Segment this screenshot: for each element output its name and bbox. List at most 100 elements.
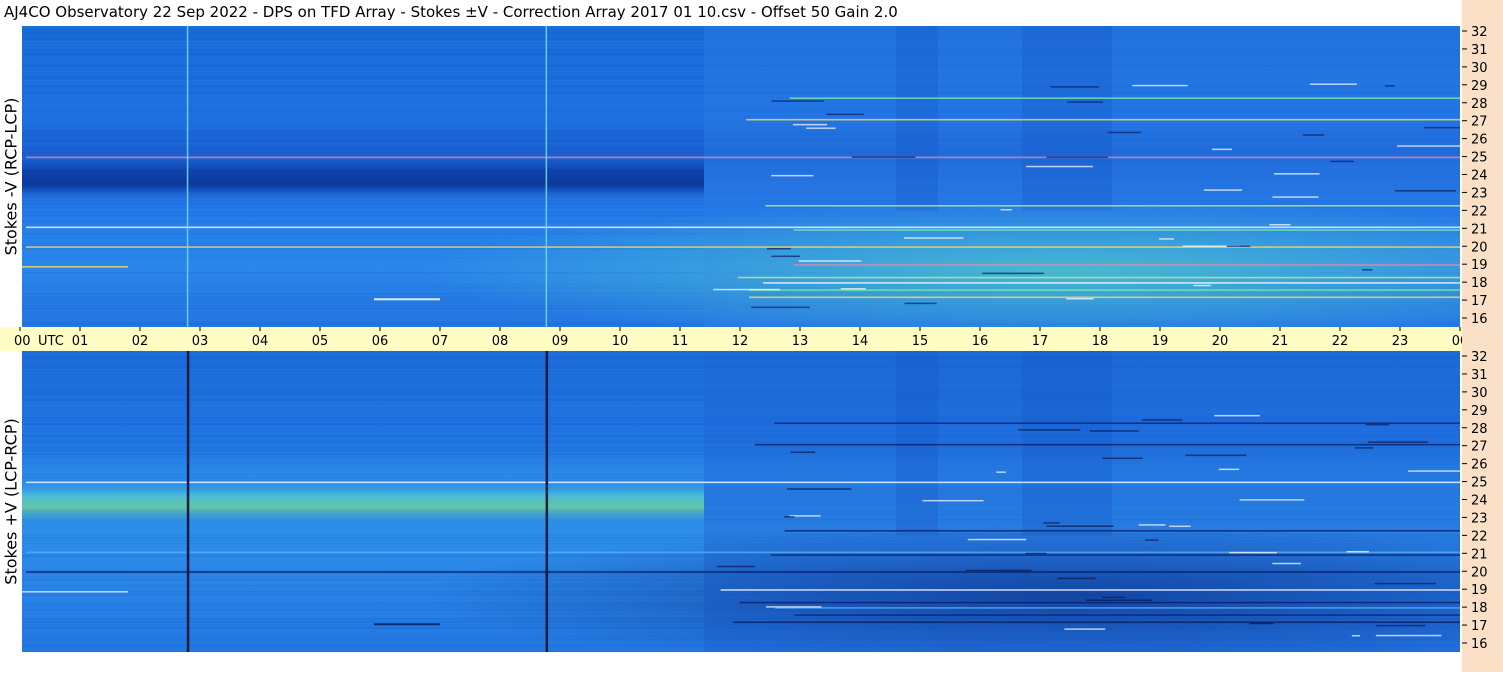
frequency-tick-label: 26: [1471, 133, 1488, 148]
bright-emission-band: [22, 478, 704, 527]
frequency-tick-label: 27: [1471, 115, 1488, 130]
rfi-segment: [1145, 539, 1159, 541]
rfi-segment: [22, 265, 128, 268]
rfi-segment: [1273, 173, 1320, 175]
rfi-line: [754, 443, 1460, 446]
time-tick-label: 19: [1152, 334, 1169, 349]
rfi-segment: [1272, 562, 1301, 565]
rfi-segment: [1367, 441, 1429, 443]
rfi-segment: [716, 565, 755, 568]
rfi-segment: [982, 272, 1045, 275]
time-tick-label: 14: [852, 334, 869, 349]
frequency-tick-label: 18: [1471, 601, 1488, 616]
rfi-segment: [1102, 457, 1143, 460]
rfi-segment: [374, 298, 440, 301]
rfi-segment: [826, 113, 864, 116]
upper-panel-ylabel: Stokes -V (RCP-LCP): [0, 26, 22, 327]
time-tick-label: 01: [72, 334, 89, 349]
rfi-segment: [798, 260, 862, 262]
time-tick-label: 15: [912, 334, 929, 349]
rfi-segment: [965, 569, 1032, 572]
frequency-tick-label: 29: [1471, 79, 1488, 94]
rfi-segment: [771, 174, 814, 177]
time-tick-label: 05: [312, 334, 329, 349]
frequency-tick-label: 23: [1471, 511, 1488, 526]
rfi-line: [789, 97, 1460, 99]
frequency-tick-label: 16: [1471, 312, 1488, 327]
lower-panel-ylabel: Stokes +V (LCP-RCP): [0, 351, 22, 652]
rfi-segment: [790, 451, 816, 454]
frequency-tick-label: 17: [1471, 294, 1488, 309]
rfi-segment: [374, 623, 440, 626]
time-tick-label: 08: [492, 334, 509, 349]
rfi-segment: [1141, 419, 1183, 421]
dark-absorption-band: [22, 153, 704, 202]
time-tick-label: 00: [14, 334, 31, 349]
rfi-segment: [840, 287, 866, 290]
rfi-line: [784, 529, 1460, 532]
rfi-segment: [1057, 577, 1096, 580]
rfi-segment: [996, 471, 1006, 473]
time-tick-label: 10: [612, 334, 629, 349]
frequency-tick-label: 24: [1471, 494, 1488, 509]
rfi-segment: [967, 538, 1027, 541]
rfi-segment: [1085, 599, 1153, 601]
frequency-tick-label: 19: [1471, 258, 1488, 273]
time-tick-label: 22: [1332, 334, 1349, 349]
rfi-segment: [1018, 429, 1081, 431]
rfi-segment: [1362, 269, 1373, 271]
rfi-segment: [787, 488, 852, 490]
rfi-segment: [1249, 622, 1274, 625]
rfi-segment: [1365, 423, 1389, 426]
time-marker-line: [186, 351, 190, 652]
frequency-tick-label: 26: [1471, 458, 1488, 473]
rfi-line: [738, 276, 1460, 279]
rfi-line: [749, 289, 1460, 291]
rfi-segment: [1064, 628, 1106, 630]
rfi-segment: [1025, 165, 1093, 168]
time-tick-label: 03: [192, 334, 209, 349]
rfi-segment: [1309, 83, 1357, 85]
rfi-segment: [1397, 145, 1460, 147]
time-tick-label: 16: [972, 334, 989, 349]
rfi-segment: [771, 255, 800, 258]
rfi-line: [720, 589, 1460, 591]
rfi-segment: [1107, 131, 1142, 134]
rfi-segment: [1375, 634, 1442, 637]
rfi-segment: [1066, 298, 1094, 300]
rfi-segment: [1214, 414, 1260, 417]
time-tick-label: 18: [1092, 334, 1109, 349]
rfi-segment: [1229, 551, 1277, 554]
frequency-tick-label: 20: [1471, 565, 1488, 580]
time-tick-label: 09: [552, 334, 569, 349]
rfi-line: [26, 481, 1460, 484]
time-tick-label: 23: [1392, 334, 1409, 349]
rfi-segment: [851, 156, 916, 158]
rfi-segment: [1423, 126, 1460, 129]
spectrogram-lower-svg: [22, 351, 1460, 652]
rfi-segment: [767, 247, 791, 250]
rfi-segment: [1272, 196, 1319, 198]
rfi-segment: [1269, 224, 1291, 226]
interference-column: [896, 26, 938, 211]
frequency-tick-label: 28: [1471, 97, 1488, 112]
rfi-segment: [22, 590, 128, 593]
rfi-segment: [792, 123, 828, 126]
frequency-tick-label: 25: [1471, 476, 1488, 491]
frequency-axis-svg: 16 17 18 19 20 21 22 23 24 25 26 27 28 29 30 31 32 16 17 18…: [1462, 25, 1488, 652]
frequency-axis: 16 17 18 19 20 21 22 23 24 25 26 27 28 29 30 31 32 16 17 18…: [1462, 0, 1503, 672]
rfi-segment: [1185, 454, 1247, 457]
rfi-segment: [1226, 245, 1251, 248]
rfi-segment: [1351, 634, 1360, 637]
rfi-segment: [1384, 85, 1395, 87]
rfi-segment: [1408, 470, 1460, 472]
rfi-line: [770, 554, 1460, 556]
frequency-tick-label: 18: [1471, 276, 1488, 291]
rfi-segment: [922, 499, 984, 502]
interference-column: [896, 351, 938, 536]
rfi-segment: [1394, 190, 1457, 192]
rfi-line: [793, 229, 1460, 231]
spectrogram-upper-svg: [22, 26, 1460, 327]
rfi-line: [794, 614, 1460, 616]
rfi-line: [775, 607, 1460, 609]
